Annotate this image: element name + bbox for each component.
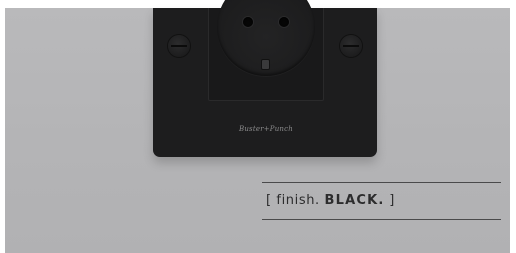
schuko-socket-face	[217, 0, 315, 76]
caption-top-rule	[262, 182, 501, 183]
caption-open-bracket: [	[266, 193, 272, 208]
left-screw-icon	[168, 35, 190, 57]
right-pin-hole	[279, 17, 289, 27]
caption-bottom-rule	[262, 219, 501, 220]
finish-caption: [ finish. BLACK. ]	[266, 193, 395, 208]
brand-logo: Buster+Punch	[239, 125, 293, 133]
product-image: Buster+Punch [ finish. BLACK. ]	[0, 0, 516, 253]
right-screw-icon	[340, 35, 362, 57]
finish-name: BLACK.	[324, 193, 385, 208]
earth-clip	[262, 60, 269, 69]
left-pin-hole	[243, 17, 253, 27]
socket-recess	[208, 0, 324, 101]
black-socket-plate: Buster+Punch	[153, 0, 377, 157]
caption-prefix: finish.	[276, 193, 320, 208]
caption-close-bracket: ]	[389, 193, 395, 208]
